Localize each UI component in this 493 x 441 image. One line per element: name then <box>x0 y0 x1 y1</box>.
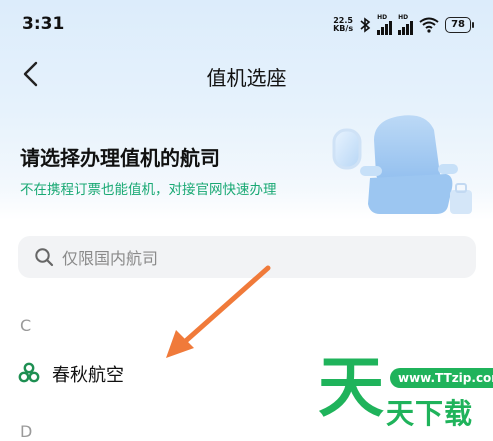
wifi-icon <box>419 17 439 33</box>
section-header-c: C <box>20 316 32 335</box>
network-speed: 22.5 KB/s <box>333 17 353 33</box>
spring-airlines-logo <box>18 362 40 383</box>
page-title: 值机选座 <box>206 66 287 90</box>
status-bar: 3:31 22.5 KB/s HD HD 78 <box>0 0 493 48</box>
nav-bar: 值机选座 <box>0 48 493 100</box>
hd-label: HD <box>398 14 409 21</box>
watermark-logo-char: 天 <box>318 349 384 426</box>
watermark: 天 www.TTzip.com 天下载 <box>312 352 493 433</box>
bluetooth-icon <box>360 17 371 33</box>
airline-search-box[interactable] <box>18 236 476 280</box>
status-icons: 22.5 KB/s HD HD 78 <box>333 14 474 36</box>
section-header-d: D <box>20 422 33 441</box>
search-input[interactable] <box>60 236 464 280</box>
signal-icon-sim2: HD <box>398 14 414 35</box>
watermark-text: 天下载 <box>386 397 474 430</box>
hd-label: HD <box>377 14 388 21</box>
hero-subtitle: 不在携程订票也能值机，对接官网快速办理 <box>20 182 277 198</box>
hero-title: 请选择办理值机的航司 <box>20 146 220 170</box>
status-time: 3:31 <box>22 14 65 34</box>
airline-name: 春秋航空 <box>52 365 124 386</box>
signal-icon-sim1: HD <box>377 14 393 35</box>
airplane-seat-illustration <box>332 115 472 214</box>
battery-indicator: 78 <box>445 17 474 33</box>
network-speed-unit: KB/s <box>333 24 354 33</box>
search-icon <box>35 248 54 267</box>
watermark-url: www.TTzip.com <box>390 368 493 388</box>
